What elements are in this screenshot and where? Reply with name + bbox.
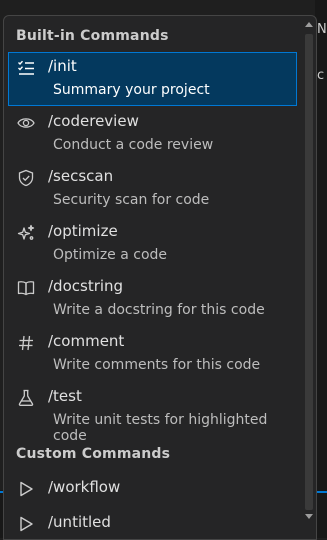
command-description: Conduct a code review bbox=[53, 137, 214, 153]
play-icon bbox=[16, 514, 36, 534]
hash-icon bbox=[16, 333, 36, 353]
scroll-up-arrow-icon[interactable] bbox=[305, 22, 313, 27]
book-icon bbox=[16, 278, 36, 298]
background-text-top: N bbox=[317, 22, 327, 37]
command-item-comment[interactable]: /comment Write comments for this code bbox=[8, 327, 297, 381]
command-item-untitled[interactable]: /untitled bbox=[8, 508, 297, 539]
command-item-codereview[interactable]: /codereview Conduct a code review bbox=[8, 107, 297, 161]
command-description: Optimize a code bbox=[53, 247, 168, 263]
command-item-secscan[interactable]: /secscan Security scan for code bbox=[8, 162, 297, 216]
command-item-optimize[interactable]: /optimize Optimize a code bbox=[8, 217, 297, 271]
scroll-down-arrow-icon[interactable] bbox=[305, 514, 313, 519]
command-label: /docstring bbox=[48, 277, 124, 295]
command-description: Summary your project bbox=[53, 82, 210, 98]
beaker-icon bbox=[16, 388, 36, 408]
play-icon bbox=[16, 479, 36, 499]
command-label: /init bbox=[48, 57, 77, 75]
custom-commands-header: Custom Commands bbox=[16, 446, 171, 462]
command-description: Write comments for this code bbox=[53, 357, 261, 373]
builtin-commands-header: Built-in Commands bbox=[16, 28, 169, 44]
command-label: /codereview bbox=[48, 112, 139, 130]
background-text-mid: c bbox=[317, 68, 325, 83]
command-label: /secscan bbox=[48, 167, 114, 185]
command-description: Security scan for code bbox=[53, 192, 210, 208]
vertical-scrollbar[interactable] bbox=[303, 16, 315, 539]
command-label: /test bbox=[48, 387, 82, 405]
slash-command-popup: Built-in Commands /init Summary your pro… bbox=[3, 15, 317, 540]
shield-check-icon bbox=[16, 168, 36, 188]
command-item-test[interactable]: /test Write unit tests for highlighted c… bbox=[8, 382, 297, 444]
command-item-init[interactable]: /init Summary your project bbox=[8, 52, 297, 106]
command-label: /workflow bbox=[48, 478, 121, 496]
checklist-icon bbox=[16, 58, 36, 78]
sparkle-icon bbox=[16, 223, 36, 243]
scroll-thumb[interactable] bbox=[305, 34, 313, 510]
command-description: Write a docstring for this code bbox=[53, 302, 265, 318]
eye-icon bbox=[16, 113, 36, 133]
command-item-docstring[interactable]: /docstring Write a docstring for this co… bbox=[8, 272, 297, 326]
command-description: Write unit tests for highlighted code bbox=[53, 412, 268, 444]
command-label: /untitled bbox=[48, 513, 111, 531]
command-label: /comment bbox=[48, 332, 125, 350]
command-label: /optimize bbox=[48, 222, 118, 240]
